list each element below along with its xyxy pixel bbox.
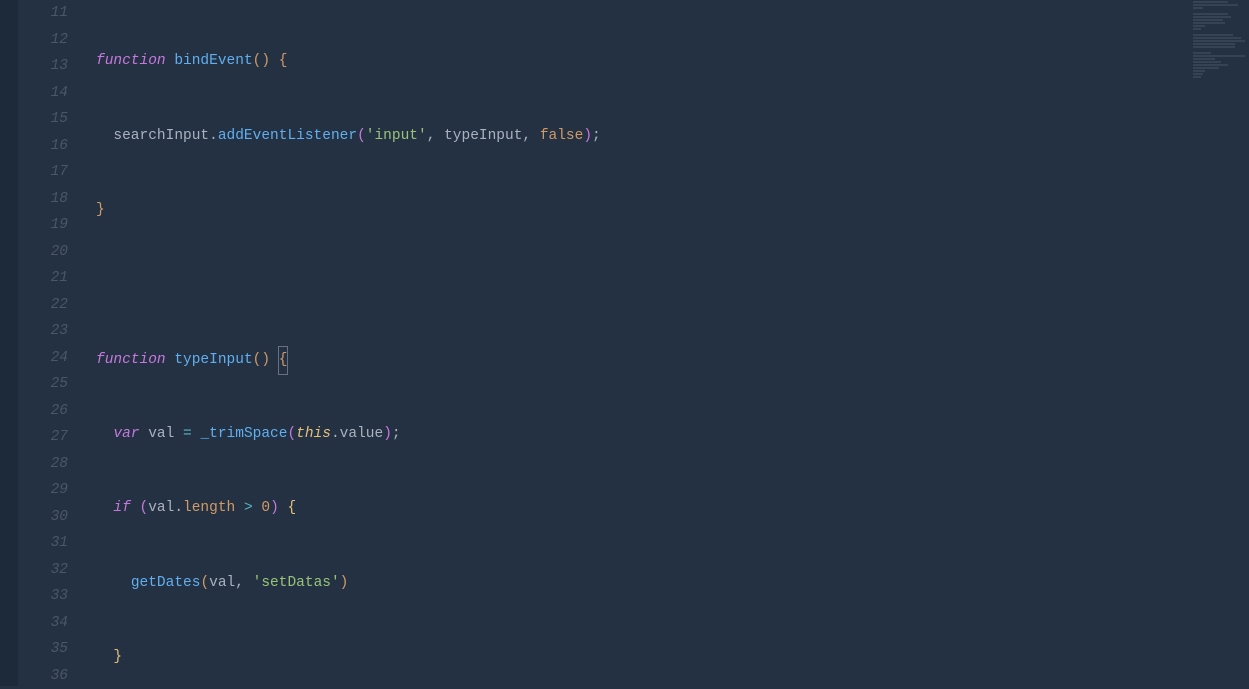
line-number[interactable]: 18 <box>30 186 68 213</box>
line-number[interactable]: 19 <box>30 212 68 239</box>
function-name: typeInput <box>174 352 252 368</box>
line-number[interactable]: 12 <box>30 27 68 54</box>
keyword: function <box>96 53 166 69</box>
identifier: searchInput <box>113 128 209 144</box>
line-number[interactable]: 30 <box>30 504 68 531</box>
line-number[interactable]: 34 <box>30 610 68 637</box>
editor-container: 11 12 13 14 15 16 17 18 19 20 21 22 23 2… <box>0 0 1249 686</box>
keyword: function <box>96 352 166 368</box>
minimap-line <box>1193 19 1223 21</box>
minimap-line <box>1193 67 1219 69</box>
method-call: addEventListener <box>218 128 357 144</box>
minimap-line <box>1193 70 1205 72</box>
brace: } <box>113 649 122 665</box>
code-line[interactable]: function bindEvent() { <box>78 48 1249 75</box>
minimap-line <box>1193 7 1203 9</box>
paren: () <box>253 53 270 69</box>
line-gutter[interactable]: 11 12 13 14 15 16 17 18 19 20 21 22 23 2… <box>30 0 78 686</box>
line-number[interactable]: 20 <box>30 239 68 266</box>
line-number[interactable]: 33 <box>30 583 68 610</box>
minimap-line <box>1193 58 1215 60</box>
function-call: getDates <box>131 575 201 591</box>
line-number[interactable]: 11 <box>30 0 68 27</box>
string: 'input' <box>366 128 427 144</box>
minimap-line <box>1193 43 1235 45</box>
code-line[interactable]: var val = _trimSpace(this.value); <box>78 421 1249 448</box>
minimap-line <box>1193 61 1221 63</box>
code-line[interactable]: } <box>78 644 1249 671</box>
boolean: false <box>540 128 584 144</box>
line-number[interactable]: 26 <box>30 398 68 425</box>
minimap-line <box>1193 4 1238 6</box>
brace: } <box>96 202 105 218</box>
minimap-line <box>1193 46 1235 48</box>
minimap-line <box>1193 73 1203 75</box>
line-number[interactable]: 28 <box>30 451 68 478</box>
function-name: bindEvent <box>174 53 252 69</box>
line-number[interactable]: 24 <box>30 345 68 372</box>
code-area[interactable]: function bindEvent() { searchInput.addEv… <box>78 0 1249 686</box>
minimap-line <box>1193 22 1225 24</box>
minimap-line <box>1193 28 1201 30</box>
line-number[interactable]: 21 <box>30 265 68 292</box>
line-number[interactable]: 15 <box>30 106 68 133</box>
this-keyword: this <box>296 426 331 442</box>
line-number[interactable]: 16 <box>30 133 68 160</box>
code-line[interactable]: if (val.length > 0) { <box>78 495 1249 522</box>
line-number[interactable]: 27 <box>30 424 68 451</box>
minimap-line <box>1193 1 1228 3</box>
code-line[interactable]: getDates(val, 'setDatas') <box>78 570 1249 597</box>
folding-strip <box>18 0 30 686</box>
line-number[interactable]: 36 <box>30 663 68 689</box>
code-line[interactable]: searchInput.addEventListener('input', ty… <box>78 123 1249 150</box>
minimap-line <box>1193 40 1245 42</box>
code-line[interactable]: } <box>78 197 1249 224</box>
number: 0 <box>261 500 270 516</box>
minimap-line <box>1193 37 1241 39</box>
activity-strip <box>0 0 18 686</box>
minimap-line <box>1193 55 1245 57</box>
function-call: _trimSpace <box>200 426 287 442</box>
line-number[interactable]: 17 <box>30 159 68 186</box>
line-number[interactable]: 14 <box>30 80 68 107</box>
string: 'setDatas' <box>253 575 340 591</box>
line-number[interactable]: 13 <box>30 53 68 80</box>
minimap-line <box>1193 16 1231 18</box>
line-number[interactable]: 22 <box>30 292 68 319</box>
brace: { <box>279 53 288 69</box>
line-number[interactable]: 23 <box>30 318 68 345</box>
keyword: if <box>113 500 130 516</box>
line-number[interactable]: 25 <box>30 371 68 398</box>
minimap-line <box>1193 52 1211 54</box>
minimap-line <box>1193 13 1228 15</box>
code-line[interactable]: function typeInput() { <box>78 346 1249 373</box>
keyword: var <box>113 426 139 442</box>
minimap-line <box>1193 25 1205 27</box>
line-number[interactable]: 29 <box>30 477 68 504</box>
code-line[interactable] <box>78 272 1249 299</box>
line-number[interactable]: 32 <box>30 557 68 584</box>
brace: { <box>278 346 289 375</box>
line-number[interactable]: 35 <box>30 636 68 663</box>
minimap-line <box>1193 76 1201 78</box>
minimap[interactable] <box>1189 0 1249 686</box>
minimap-line <box>1193 64 1228 66</box>
line-number[interactable]: 31 <box>30 530 68 557</box>
minimap-line <box>1193 34 1233 36</box>
